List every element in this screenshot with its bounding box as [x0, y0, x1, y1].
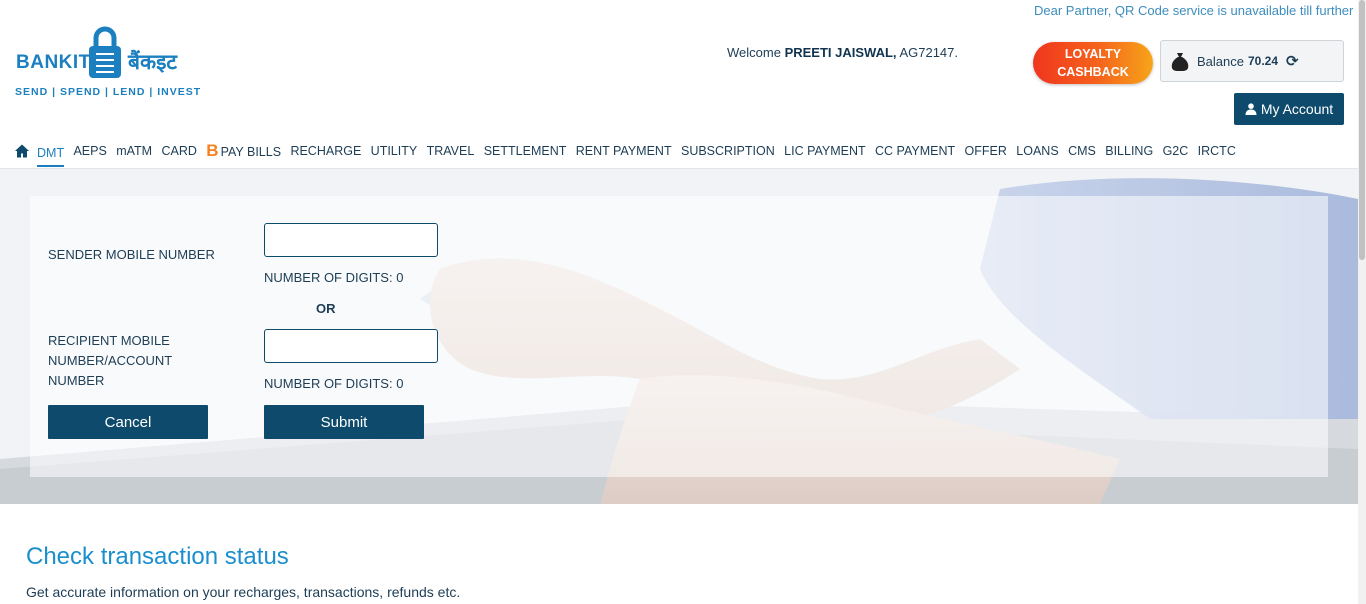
- sender-digits-label: NUMBER OF DIGITS:: [264, 270, 393, 285]
- user-icon: [1245, 103, 1257, 115]
- balance-box: Balance 70.24 ⟳: [1160, 40, 1344, 82]
- recipient-account-input[interactable]: [264, 329, 438, 363]
- bbps-icon: B: [206, 141, 219, 160]
- page-scrollbar[interactable]: [1358, 0, 1366, 604]
- nav-item-matm[interactable]: mATM: [116, 144, 152, 160]
- nav-item-lic-payment[interactable]: LIC PAYMENT: [784, 144, 866, 160]
- nav-item-loans[interactable]: LOANS: [1016, 144, 1058, 160]
- dmt-hero-banner: SENDER MOBILE NUMBER NUMBER OF DIGITS: 0…: [0, 169, 1358, 504]
- brand-name-hi: बैंकइट: [128, 51, 178, 74]
- nav-item-pay-bills[interactable]: B PAY BILLS: [206, 141, 281, 163]
- main-nav: DMT AEPS mATM CARD B PAY BILLS RECHARGE U…: [14, 138, 1245, 167]
- nav-item-travel[interactable]: TRAVEL: [427, 144, 475, 160]
- nav-item-settlement[interactable]: SETTLEMENT: [484, 144, 567, 160]
- my-account-label: My Account: [1260, 101, 1334, 117]
- or-separator: OR: [316, 301, 336, 316]
- recipient-label-line1: RECIPIENT MOBILE: [48, 333, 170, 348]
- sender-digits-count: NUMBER OF DIGITS: 0: [264, 270, 403, 285]
- recipient-label: RECIPIENT MOBILE NUMBER/ACCOUNT NUMBER: [48, 331, 172, 391]
- brand-name-en: BANKIT: [16, 52, 91, 73]
- loyalty-cashback-button[interactable]: LOYALTY CASHBACK: [1033, 42, 1153, 84]
- nav-item-recharge[interactable]: RECHARGE: [290, 144, 361, 160]
- sender-digits-value: 0: [396, 270, 404, 285]
- nav-item-aeps[interactable]: AEPS: [73, 144, 106, 160]
- nav-item-utility[interactable]: UTILITY: [371, 144, 418, 160]
- nav-item-cc-payment[interactable]: CC PAYMENT: [875, 144, 955, 160]
- agent-id: AG72147.: [899, 45, 958, 60]
- nav-item-g2c[interactable]: G2C: [1163, 144, 1189, 160]
- check-status-title: Check transaction status: [26, 543, 289, 570]
- nav-item-cms[interactable]: CMS: [1068, 144, 1096, 160]
- nav-item-pay-bills-label: PAY BILLS: [220, 145, 282, 159]
- balance-label: Balance: [1197, 53, 1244, 69]
- cancel-button[interactable]: Cancel: [48, 405, 208, 439]
- recipient-label-line2: NUMBER/ACCOUNT: [48, 353, 173, 368]
- nav-item-dmt[interactable]: DMT: [37, 146, 65, 167]
- home-icon[interactable]: [14, 143, 30, 159]
- sender-mobile-input[interactable]: [264, 223, 438, 257]
- money-bag-icon: [1171, 53, 1189, 71]
- nav-item-offer[interactable]: OFFER: [965, 144, 1007, 160]
- sender-mobile-label: SENDER MOBILE NUMBER: [48, 247, 215, 262]
- welcome-prefix: Welcome: [727, 45, 781, 60]
- scrollbar-thumb[interactable]: [1359, 0, 1365, 260]
- nav-item-billing[interactable]: BILLING: [1105, 144, 1153, 160]
- user-name: PREETI JAISWAL,: [784, 45, 897, 60]
- recipient-digits-count: NUMBER OF DIGITS: 0: [264, 376, 403, 391]
- welcome-text: Welcome PREETI JAISWAL, AG72147.: [727, 45, 958, 60]
- my-account-button[interactable]: My Account: [1234, 93, 1344, 125]
- nav-item-irctc[interactable]: IRCTC: [1198, 144, 1236, 160]
- lock-logo-icon: [89, 26, 121, 78]
- loyalty-label: LOYALTY: [1064, 47, 1122, 61]
- recipient-digits-label: NUMBER OF DIGITS:: [264, 376, 393, 391]
- dmt-search-form: SENDER MOBILE NUMBER NUMBER OF DIGITS: 0…: [30, 196, 1328, 477]
- nav-item-card[interactable]: CARD: [161, 144, 196, 160]
- notice-marquee: Dear Partner, QR Code service is unavail…: [1034, 3, 1354, 18]
- recipient-label-line3: NUMBER: [48, 373, 105, 388]
- brand-tagline: SEND | SPEND | LEND | INVEST: [15, 86, 202, 98]
- nav-item-rent-payment[interactable]: RENT PAYMENT: [576, 144, 672, 160]
- bankit-logo[interactable]: BANKIT बैंकइट SEND | SPEND | LEND | INVE…: [14, 24, 204, 104]
- check-status-description: Get accurate information on your recharg…: [26, 584, 461, 600]
- submit-button[interactable]: Submit: [264, 405, 424, 439]
- cashback-label: CASHBACK: [1057, 65, 1129, 79]
- nav-item-subscription[interactable]: SUBSCRIPTION: [681, 144, 775, 160]
- recipient-digits-value: 0: [396, 376, 404, 391]
- balance-value: 70.24: [1247, 54, 1279, 68]
- refresh-icon[interactable]: ⟳: [1286, 52, 1299, 70]
